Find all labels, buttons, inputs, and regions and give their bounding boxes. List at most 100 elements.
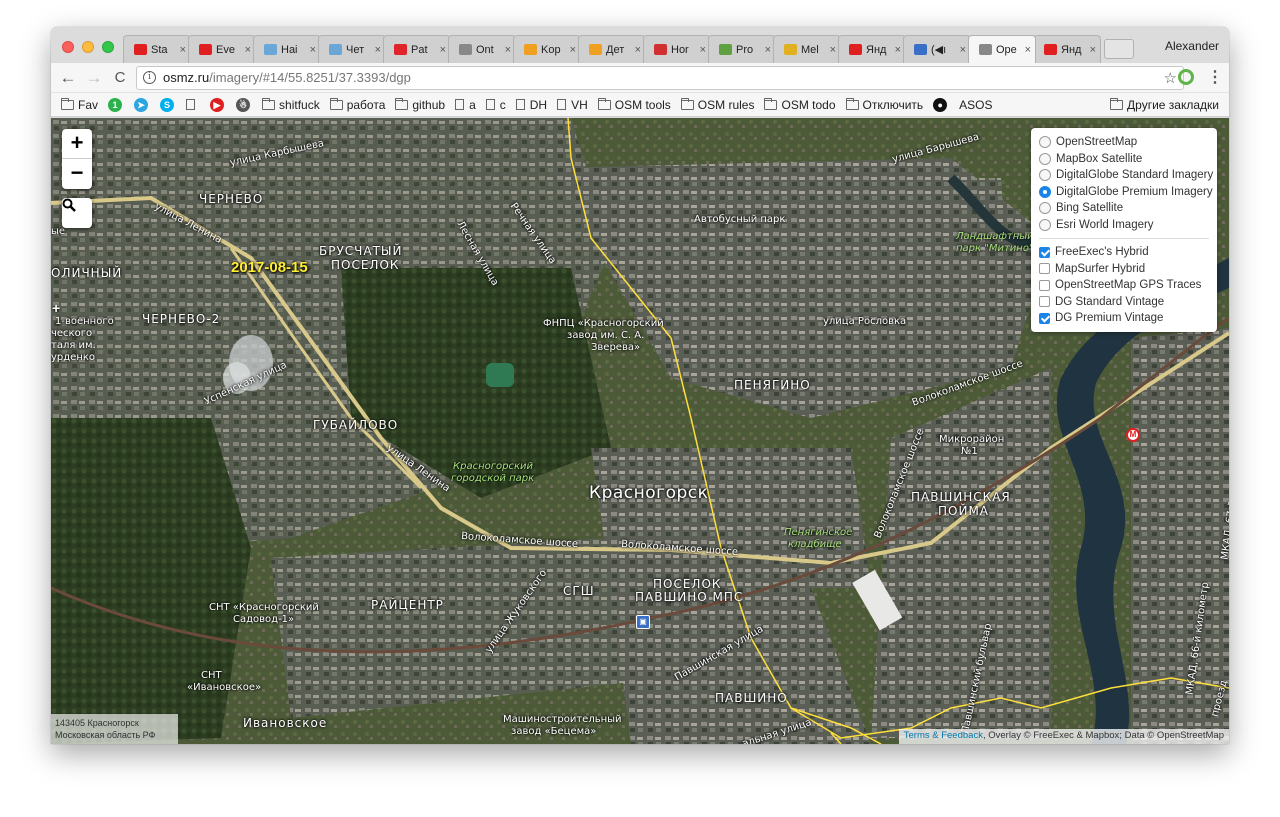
tab-close-icon[interactable]: × xyxy=(895,44,901,56)
checkbox[interactable] xyxy=(1039,296,1050,308)
tab-13[interactable]: Ope × xyxy=(968,35,1036,63)
bookmark-11[interactable]: c xyxy=(485,98,506,112)
bookmark-13[interactable]: VH xyxy=(557,98,588,112)
bookmark-1[interactable]: 1 xyxy=(108,97,124,112)
new-tab-button[interactable] xyxy=(1104,39,1134,59)
bookmark-15[interactable]: OSM rules xyxy=(680,97,754,112)
tab-10[interactable]: Mel × xyxy=(773,35,841,63)
map-view[interactable]: ЧЕРНЕВО БРУСЧАТЫЙ ПОСЕЛОК ОЛИЧНЫЙ ЧЕРНЕВ… xyxy=(51,118,1229,744)
zoom-out-button[interactable]: − xyxy=(62,159,92,189)
radio-button[interactable] xyxy=(1039,169,1051,182)
tab-close-icon[interactable]: × xyxy=(375,44,381,56)
tab-close-icon[interactable]: × xyxy=(245,44,251,56)
tab-close-icon[interactable]: × xyxy=(830,44,836,56)
tab-2[interactable]: Hai × xyxy=(253,35,321,63)
tab-close-icon[interactable]: × xyxy=(960,44,966,56)
bookmark-16[interactable]: OSM todo xyxy=(764,97,836,112)
bookmark-8[interactable]: работа xyxy=(329,97,386,112)
checkbox[interactable] xyxy=(1039,279,1050,291)
tab-3[interactable]: Чет × xyxy=(318,35,386,63)
tab-6[interactable]: Kop × xyxy=(513,35,581,63)
overlay-option[interactable]: DG Premium Vintage xyxy=(1039,310,1217,327)
bookmark-4[interactable] xyxy=(186,99,200,110)
profile-button[interactable]: Alexander xyxy=(1165,39,1219,53)
back-button[interactable]: ← xyxy=(57,67,79,89)
reload-button[interactable]: C xyxy=(109,67,131,89)
radio-button[interactable] xyxy=(1039,218,1051,231)
window-maximize-button[interactable] xyxy=(102,41,114,53)
railway-station-icon[interactable]: ▣ xyxy=(636,615,650,629)
bookmark-6[interactable]: ☃ xyxy=(236,97,252,112)
radio-button[interactable] xyxy=(1039,152,1051,165)
bookmark-18[interactable]: ● xyxy=(933,97,949,112)
radio-button[interactable] xyxy=(1039,136,1051,149)
map-search-button[interactable] xyxy=(62,198,92,228)
overlay-option[interactable]: DG Standard Vintage xyxy=(1039,294,1217,311)
base-layer-option[interactable]: Esri World Imagery xyxy=(1039,217,1217,234)
tab-close-icon[interactable]: × xyxy=(1025,44,1031,56)
metro-station-icon[interactable]: M xyxy=(1126,428,1140,442)
tab-close-icon[interactable]: × xyxy=(180,44,186,56)
checkbox[interactable] xyxy=(1039,246,1050,258)
bookmark-5[interactable]: ▶ xyxy=(210,97,226,112)
bookmark-12[interactable]: DH xyxy=(515,98,547,112)
bookmark-2[interactable]: ➤ xyxy=(134,97,150,112)
tab-close-icon[interactable]: × xyxy=(635,44,641,56)
label-poselok-bruschaty: ПОСЕЛОК xyxy=(331,258,400,272)
bookmark-label: работа xyxy=(346,97,386,112)
extension-icon[interactable] xyxy=(1178,69,1194,85)
overlay-option[interactable]: FreeExec's Hybrid xyxy=(1039,244,1217,261)
bookmark-0[interactable]: Fav xyxy=(61,97,98,112)
overlay-option[interactable]: OpenStreetMap GPS Traces xyxy=(1039,277,1217,294)
tab-close-icon[interactable]: × xyxy=(570,44,576,56)
tab-close-icon[interactable]: × xyxy=(310,44,316,56)
overlay-option[interactable]: MapSurfer Hybrid xyxy=(1039,261,1217,278)
bookmark-14[interactable]: OSM tools xyxy=(597,97,671,112)
bookmark-7[interactable]: shitfuck xyxy=(262,97,320,112)
tab-close-icon[interactable]: × xyxy=(1090,44,1096,56)
browser-menu-icon[interactable]: ⋮ xyxy=(1207,67,1223,87)
tab-1[interactable]: Eve × xyxy=(188,35,256,63)
radio-button[interactable] xyxy=(1039,202,1051,215)
tab-7[interactable]: Дет × xyxy=(578,35,646,63)
folder-icon xyxy=(845,97,859,110)
base-layer-option[interactable]: DigitalGlobe Premium Imagery xyxy=(1039,184,1217,201)
habr-icon xyxy=(329,44,342,55)
checkbox[interactable] xyxy=(1039,263,1050,275)
bookmark-9[interactable]: github xyxy=(395,97,445,112)
tab-11[interactable]: Янд × xyxy=(838,35,906,63)
other-bookmarks[interactable]: Другие закладки xyxy=(1110,98,1219,112)
terms-feedback-link[interactable]: Terms & Feedback xyxy=(904,730,983,741)
bookmark-star-icon[interactable]: ☆ xyxy=(1164,68,1177,90)
tab-close-icon[interactable]: × xyxy=(440,44,446,56)
checkbox[interactable] xyxy=(1039,312,1050,324)
bookmark-10[interactable]: a xyxy=(455,98,476,112)
tab-4[interactable]: Pat × xyxy=(383,35,451,63)
label-snt-4: «Ивановское» xyxy=(187,682,262,693)
tab-14[interactable]: Янд × xyxy=(1033,35,1101,63)
zoom-in-button[interactable]: + xyxy=(62,129,92,159)
tab-close-icon[interactable]: × xyxy=(765,44,771,56)
base-layer-label: MapBox Satellite xyxy=(1056,152,1143,165)
tab-5[interactable]: Ont × xyxy=(448,35,516,63)
address-bar[interactable]: i osmz.ru/imagery/#14/55.8251/37.3393/dg… xyxy=(136,66,1184,90)
window-close-button[interactable] xyxy=(62,41,74,53)
address-line-1: 143405 Красногорск xyxy=(55,718,139,728)
bookmark-19[interactable]: ASOS xyxy=(959,98,992,112)
info-icon[interactable]: i xyxy=(143,71,156,84)
radio-button[interactable] xyxy=(1039,185,1051,198)
tab-8[interactable]: Hor × xyxy=(643,35,711,63)
tab-close-icon[interactable]: × xyxy=(700,44,706,56)
forward-button[interactable]: → xyxy=(83,67,105,89)
base-layer-option[interactable]: DigitalGlobe Standard Imagery xyxy=(1039,167,1217,184)
bookmark-17[interactable]: Отключить xyxy=(845,97,923,112)
tab-9[interactable]: Pro × xyxy=(708,35,776,63)
base-layer-option[interactable]: Bing Satellite xyxy=(1039,200,1217,217)
base-layer-option[interactable]: MapBox Satellite xyxy=(1039,151,1217,168)
bookmark-3[interactable]: S xyxy=(160,97,176,112)
base-layer-option[interactable]: OpenStreetMap xyxy=(1039,134,1217,151)
tab-12[interactable]: (◀ı × xyxy=(903,35,971,63)
tab-0[interactable]: Sta × xyxy=(123,35,191,63)
window-minimize-button[interactable] xyxy=(82,41,94,53)
tab-close-icon[interactable]: × xyxy=(505,44,511,56)
